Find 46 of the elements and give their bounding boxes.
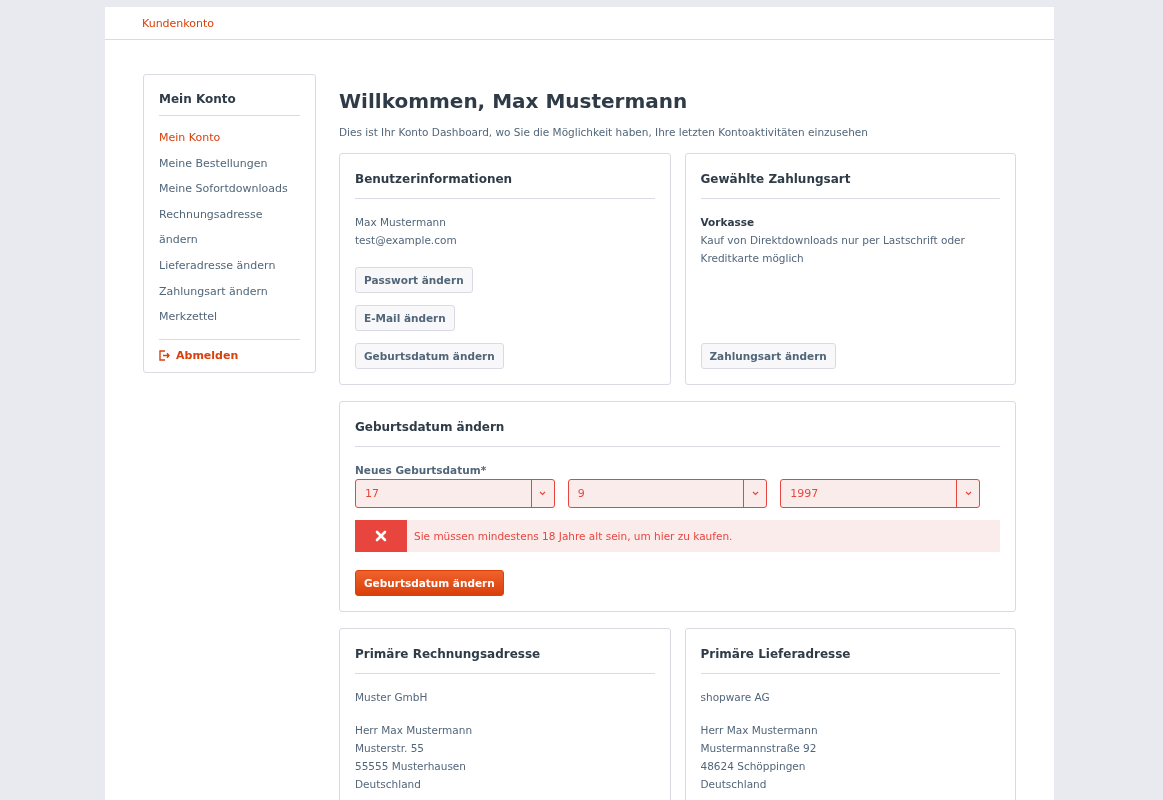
chevron-down-icon (964, 491, 972, 496)
change-button[interactable]: E-Mail ändern (355, 305, 455, 331)
sidebar-link[interactable]: Rechnungsadresse ändern (159, 201, 300, 253)
card-title: Primäre Lieferadresse (700, 644, 1000, 674)
address-line: Deutschland (700, 777, 767, 792)
card-title: Gewählte Zahlungsart (700, 169, 1000, 199)
field-label: Neues Geburtsdatum* (355, 464, 487, 476)
sidebar-link[interactable]: Lieferadresse ändern (159, 252, 276, 279)
date-select[interactable]: 9 (567, 479, 768, 508)
date-select[interactable]: 1997 (780, 479, 980, 508)
error-message: Sie müssen mindestens 18 Jahre alt sein, um hier zu kaufen. (414, 530, 733, 542)
address-company: shopware AG (700, 690, 770, 705)
address-line: Deutschland (355, 777, 421, 792)
address-company: Muster GmbH (355, 690, 428, 705)
card-title: Geburtsdatum ändern (355, 417, 1000, 447)
chevron-down-icon (751, 491, 759, 496)
change-button[interactable]: Geburtsdatum ändern (355, 343, 504, 369)
info-text: test@example.com (355, 233, 457, 248)
close-icon (375, 530, 387, 542)
address-line: Musterstr. 55 (355, 741, 425, 756)
sidebar-link[interactable]: Meine Bestellungen (159, 150, 268, 177)
card-title: Primäre Rechnungsadresse (355, 644, 655, 674)
page-description: Dies ist Ihr Konto Dashboard, wo Sie die Möglichkeit haben, Ihre letzten Kontoaktivitäten einzusehen (339, 126, 868, 138)
address-line: Herr Max Mustermann (700, 723, 818, 738)
page-title: Willkommen, Max Mustermann (339, 89, 688, 113)
sidebar-link[interactable]: Zahlungsart ändern (159, 278, 268, 305)
address-line: 55555 Musterhausen (355, 759, 466, 774)
change-button[interactable]: Zahlungsart ändern (700, 343, 836, 369)
breadcrumb-link[interactable]: Kundenkonto (142, 16, 215, 30)
chevron-down-icon (539, 491, 547, 496)
logout-link[interactable]: Abmelden (159, 339, 239, 362)
payment-note: Kauf von Direktdownloads nur per Lastschrift oder Kreditkarte möglich (700, 233, 966, 266)
address-line: Herr Max Mustermann (355, 723, 473, 738)
sidebar-link[interactable]: Meine Sofortdownloads (159, 176, 288, 202)
change-button[interactable]: Passwort ändern (355, 267, 473, 293)
sidebar-link[interactable]: Mein Konto (159, 125, 221, 151)
card-title: Benutzerinformationen (355, 169, 655, 199)
address-line: Mustermannstraße 92 (700, 741, 817, 756)
sidebar-link[interactable]: Merkzettel (159, 304, 218, 330)
submit-button[interactable]: Geburtsdatum ändern (355, 570, 504, 596)
info-text: Max Mustermann (355, 215, 446, 230)
date-select[interactable]: 17 (355, 479, 555, 508)
logout-icon (159, 349, 170, 361)
address-line: 48624 Schöppingen (700, 759, 806, 774)
payment-method: Vorkasse (700, 215, 755, 230)
sidebar-title: Mein Konto (159, 92, 300, 116)
